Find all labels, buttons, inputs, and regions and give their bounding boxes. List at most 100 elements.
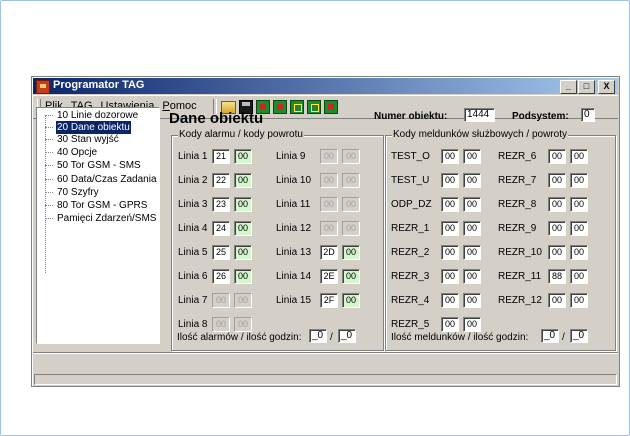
return-code-field[interactable]: 00 [570, 221, 588, 236]
return-code-field[interactable]: 00 [463, 173, 481, 188]
return-code-field[interactable]: 00 [570, 173, 588, 188]
title-bar[interactable]: Programator TAG _ □ X [33, 78, 618, 94]
alarm-count-input[interactable]: _0 [309, 329, 327, 343]
return-code-field: 00 [234, 293, 252, 308]
alarm-code-field[interactable]: 00 [441, 173, 459, 188]
alarm-code-field[interactable]: 00 [441, 197, 459, 212]
alarm-code-field[interactable]: 26 [212, 269, 230, 284]
close-button[interactable]: X [598, 80, 615, 94]
numer-label: Numer obiektu: [374, 111, 448, 122]
alarm-code-field[interactable]: 00 [548, 293, 566, 308]
alarm-code-field[interactable]: 00 [441, 269, 459, 284]
app-window: Programator TAG _ □ X Plik TAG Ustawieni… [31, 76, 620, 387]
device-write-icon[interactable] [273, 100, 287, 114]
alarm-footer-sep: / [330, 332, 333, 343]
code-row-label: ODP_DZ [391, 199, 432, 210]
alarm-hours-input[interactable]: _0 [338, 329, 356, 343]
code-row-label: REZR_1 [391, 223, 430, 234]
alarm-code-field[interactable]: 00 [548, 245, 566, 260]
minimize-button[interactable]: _ [560, 80, 577, 94]
alarm-code-field: 00 [320, 197, 338, 212]
alarm-code-field: 00 [212, 293, 230, 308]
alarm-code-field[interactable]: 2F [320, 293, 338, 308]
alarm-code-field: 00 [320, 221, 338, 236]
return-code-field: 00 [342, 221, 360, 236]
app-icon [36, 80, 50, 94]
device-test-icon[interactable] [307, 100, 321, 114]
alarm-code-field[interactable]: 22 [212, 173, 230, 188]
code-row-label: Linia 8 [178, 319, 208, 330]
code-row-label: Linia 14 [276, 271, 312, 282]
return-code-field[interactable]: 00 [463, 149, 481, 164]
alarm-code-field[interactable]: 2D [320, 245, 338, 260]
code-row-label: REZR_7 [498, 175, 537, 186]
return-code-field[interactable]: 00 [342, 245, 360, 260]
code-row-label: TEST_U [391, 175, 430, 186]
code-row-label: Linia 3 [178, 199, 208, 210]
code-row-label: REZR_8 [498, 199, 537, 210]
podsystem-input[interactable]: 0 [581, 108, 595, 122]
maximize-button[interactable]: □ [578, 80, 595, 94]
alarm-code-field: 00 [212, 317, 230, 332]
navigation-tree: 10 Linie dozorowe 20 Dane obiektu 30 Sta… [36, 107, 160, 344]
alarm-group-caption: Kody alarmu / kody powrotu [178, 129, 304, 140]
code-row-label: REZR_12 [498, 295, 542, 306]
return-code-field[interactable]: 00 [463, 317, 481, 332]
alarm-code-field[interactable]: 00 [548, 173, 566, 188]
return-code-field[interactable]: 00 [570, 245, 588, 260]
code-row-label: REZR_9 [498, 223, 537, 234]
alarm-code-field[interactable]: 00 [441, 245, 459, 260]
return-code-field[interactable]: 00 [234, 197, 252, 212]
report-hours-input[interactable]: _0 [570, 329, 588, 343]
status-bar [34, 374, 617, 385]
device-info-icon[interactable] [324, 100, 338, 114]
return-code-field[interactable]: 00 [463, 269, 481, 284]
report-count-input[interactable]: _0 [541, 329, 559, 343]
divider [33, 352, 618, 354]
return-code-field[interactable]: 00 [234, 173, 252, 188]
code-row-label: Linia 6 [178, 271, 208, 282]
return-code-field[interactable]: 00 [342, 293, 360, 308]
alarm-code-field[interactable]: 23 [212, 197, 230, 212]
alarm-code-field[interactable]: 21 [212, 149, 230, 164]
alarm-code-field[interactable]: 00 [441, 149, 459, 164]
return-code-field[interactable]: 00 [234, 149, 252, 164]
alarm-code-field[interactable]: 2E [320, 269, 338, 284]
return-code-field[interactable]: 00 [234, 269, 252, 284]
code-row-label: REZR_10 [498, 247, 542, 258]
alarm-code-field[interactable]: 00 [548, 149, 566, 164]
alarm-code-field[interactable]: 00 [441, 293, 459, 308]
return-code-field[interactable]: 00 [463, 293, 481, 308]
code-row-label: Linia 9 [276, 151, 306, 162]
return-code-field[interactable]: 00 [463, 197, 481, 212]
return-code-field[interactable]: 00 [570, 197, 588, 212]
alarm-code-field[interactable]: 00 [441, 221, 459, 236]
report-codes-group: Kody meldunków służbowych / powroty TEST… [385, 129, 616, 351]
code-row-label: Linia 7 [178, 295, 208, 306]
report-footer-label: Ilość meldunków / ilość godzin: [391, 332, 529, 343]
code-row-label: Linia 15 [276, 295, 312, 306]
alarm-footer-label: Ilość alarmów / ilość godzin: [177, 332, 302, 343]
device-connect-icon[interactable] [290, 100, 304, 114]
return-code-field[interactable]: 00 [570, 293, 588, 308]
return-code-field[interactable]: 00 [234, 245, 252, 260]
alarm-code-field[interactable]: 24 [212, 221, 230, 236]
page-title: Dane obiektu [169, 110, 264, 127]
alarm-code-field[interactable]: 00 [441, 317, 459, 332]
alarm-code-field[interactable]: 88 [548, 269, 566, 284]
return-code-field[interactable]: 00 [463, 245, 481, 260]
report-footer-sep: / [562, 332, 565, 343]
alarm-code-field: 00 [320, 173, 338, 188]
return-code-field[interactable]: 00 [234, 221, 252, 236]
return-code-field[interactable]: 00 [570, 149, 588, 164]
code-row-label: Linia 4 [178, 223, 208, 234]
alarm-code-field: 00 [320, 149, 338, 164]
return-code-field[interactable]: 00 [342, 269, 360, 284]
numer-obiektu-input[interactable]: 1444 [464, 108, 495, 122]
alarm-code-field[interactable]: 00 [548, 197, 566, 212]
return-code-field[interactable]: 00 [570, 269, 588, 284]
alarm-code-field[interactable]: 00 [548, 221, 566, 236]
return-code-field[interactable]: 00 [463, 221, 481, 236]
window-title: Programator TAG [53, 79, 145, 91]
alarm-code-field[interactable]: 25 [212, 245, 230, 260]
